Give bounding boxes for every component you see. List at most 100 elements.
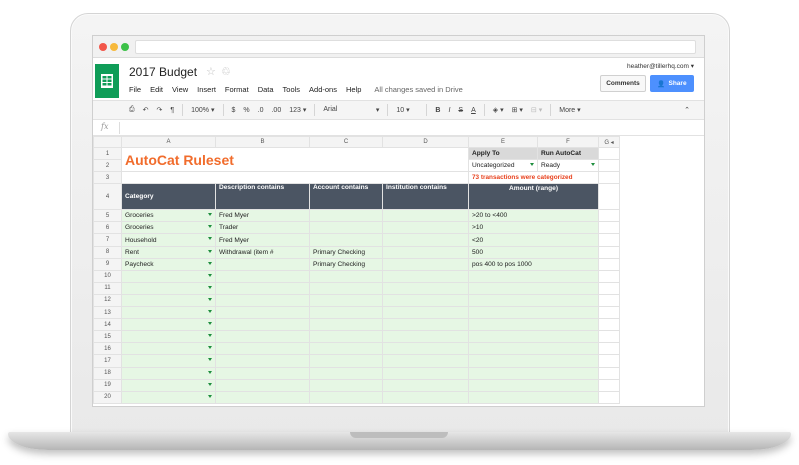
institution-cell[interactable] [382,293,469,308]
menu-format[interactable]: Format [225,85,249,94]
cell[interactable] [598,257,620,271]
category-cell[interactable] [121,293,216,308]
currency-format-button[interactable]: $ [232,107,236,114]
institution-cell[interactable] [382,318,469,332]
italic-button[interactable]: I [448,107,450,114]
row-number[interactable]: 12 [93,293,122,308]
undo-icon[interactable]: ↶ [143,106,149,114]
row-number[interactable]: 13 [93,306,122,320]
amount-cell[interactable] [468,342,599,356]
menu-view[interactable]: View [172,85,188,94]
category-cell[interactable] [121,342,216,356]
font-size-select[interactable]: 10 ▾ [396,106,418,114]
category-cell[interactable] [121,306,216,320]
column-header-d[interactable]: D [382,136,469,148]
institution-cell[interactable] [382,281,469,295]
amount-header[interactable]: Amount (range) [468,183,599,211]
description-cell[interactable] [215,281,310,295]
row-number[interactable]: 17 [93,354,122,368]
paint-format-icon[interactable]: ¶ [170,107,174,114]
account-cell[interactable] [309,366,383,380]
user-account[interactable]: heather@tillerhq.com ▾ [627,62,694,70]
description-cell[interactable]: Withdrawal (item # [215,245,310,259]
amount-cell[interactable]: pos 400 to pos 1000 [468,257,599,271]
redo-icon[interactable]: ↷ [156,106,162,114]
account-cell[interactable] [309,293,383,308]
column-header-c[interactable]: C [309,136,383,148]
row-number[interactable]: 7 [93,233,122,247]
amount-cell[interactable]: >20 to <400 [468,209,599,223]
institution-cell[interactable] [382,330,469,344]
cell[interactable] [598,245,620,259]
ruleset-title[interactable]: AutoCat Ruleset [121,146,469,173]
apply-to-dropdown[interactable]: Uncategorized [468,159,538,173]
save-status[interactable]: All changes saved in Drive [374,85,462,94]
amount-cell[interactable] [468,330,599,344]
amount-cell[interactable] [468,293,599,308]
merge-cells-icon[interactable]: ⊟ ▾ [531,106,542,114]
institution-cell[interactable] [382,354,469,368]
account-cell[interactable] [309,221,383,235]
cell[interactable] [598,306,620,320]
decrease-decimal-button[interactable]: .0 [258,107,264,114]
institution-header[interactable]: Institution contains [382,183,469,211]
account-cell[interactable] [309,281,383,295]
account-cell[interactable] [309,342,383,356]
category-cell[interactable] [121,354,216,368]
description-cell[interactable] [215,269,310,283]
amount-cell[interactable] [468,390,599,404]
close-window-icon[interactable] [99,43,107,51]
category-cell[interactable]: Household [121,233,216,247]
cell[interactable] [598,269,620,283]
menu-insert[interactable]: Insert [197,85,216,94]
amount-cell[interactable]: 500 [468,245,599,259]
row-number[interactable]: 18 [93,366,122,380]
institution-cell[interactable] [382,390,469,404]
account-cell[interactable] [309,318,383,332]
zoom-select[interactable]: 100% ▾ [191,106,214,114]
description-cell[interactable]: Trader [215,221,310,235]
cell[interactable] [598,354,620,368]
sheets-logo-icon[interactable] [95,64,119,98]
column-header-b[interactable]: B [215,136,310,148]
category-cell[interactable]: Paycheck [121,257,216,271]
institution-cell[interactable] [382,269,469,283]
row-number[interactable]: 2 [93,159,122,173]
number-format-select[interactable]: 123 ▾ [289,106,306,114]
amount-cell[interactable] [468,281,599,295]
amount-cell[interactable] [468,318,599,332]
font-select[interactable]: Arial ▾ [323,106,379,114]
run-autocat-dropdown[interactable]: Ready [537,159,599,173]
formula-input[interactable] [123,120,704,135]
cell[interactable] [598,390,620,404]
cell[interactable] [598,159,620,173]
category-cell[interactable]: Rent [121,245,216,259]
row-number[interactable]: 19 [93,378,122,392]
amount-cell[interactable] [468,366,599,380]
maximize-window-icon[interactable] [121,43,129,51]
cell[interactable] [598,233,620,247]
account-cell[interactable] [309,233,383,247]
row-number[interactable]: 5 [93,209,122,223]
account-header[interactable]: Account contains [309,183,383,211]
menu-addons[interactable]: Add-ons [309,85,337,94]
column-header-e[interactable]: E [468,136,538,148]
cell[interactable] [598,318,620,332]
account-cell[interactable] [309,209,383,223]
borders-icon[interactable]: ⊞ ▾ [512,106,523,114]
description-cell[interactable] [215,366,310,380]
percent-format-button[interactable]: % [243,107,249,114]
institution-cell[interactable] [382,378,469,392]
column-header-f[interactable]: F [537,136,599,148]
column-header-g[interactable]: G ◂ [598,136,620,148]
cell[interactable] [598,281,620,295]
star-icon[interactable]: ☆ [206,65,216,78]
row-number[interactable]: 10 [93,269,122,283]
amount-cell[interactable] [468,306,599,320]
description-cell[interactable] [215,318,310,332]
institution-cell[interactable] [382,221,469,235]
cell[interactable] [598,146,620,161]
institution-cell[interactable] [382,233,469,247]
category-cell[interactable] [121,378,216,392]
description-cell[interactable] [215,293,310,308]
